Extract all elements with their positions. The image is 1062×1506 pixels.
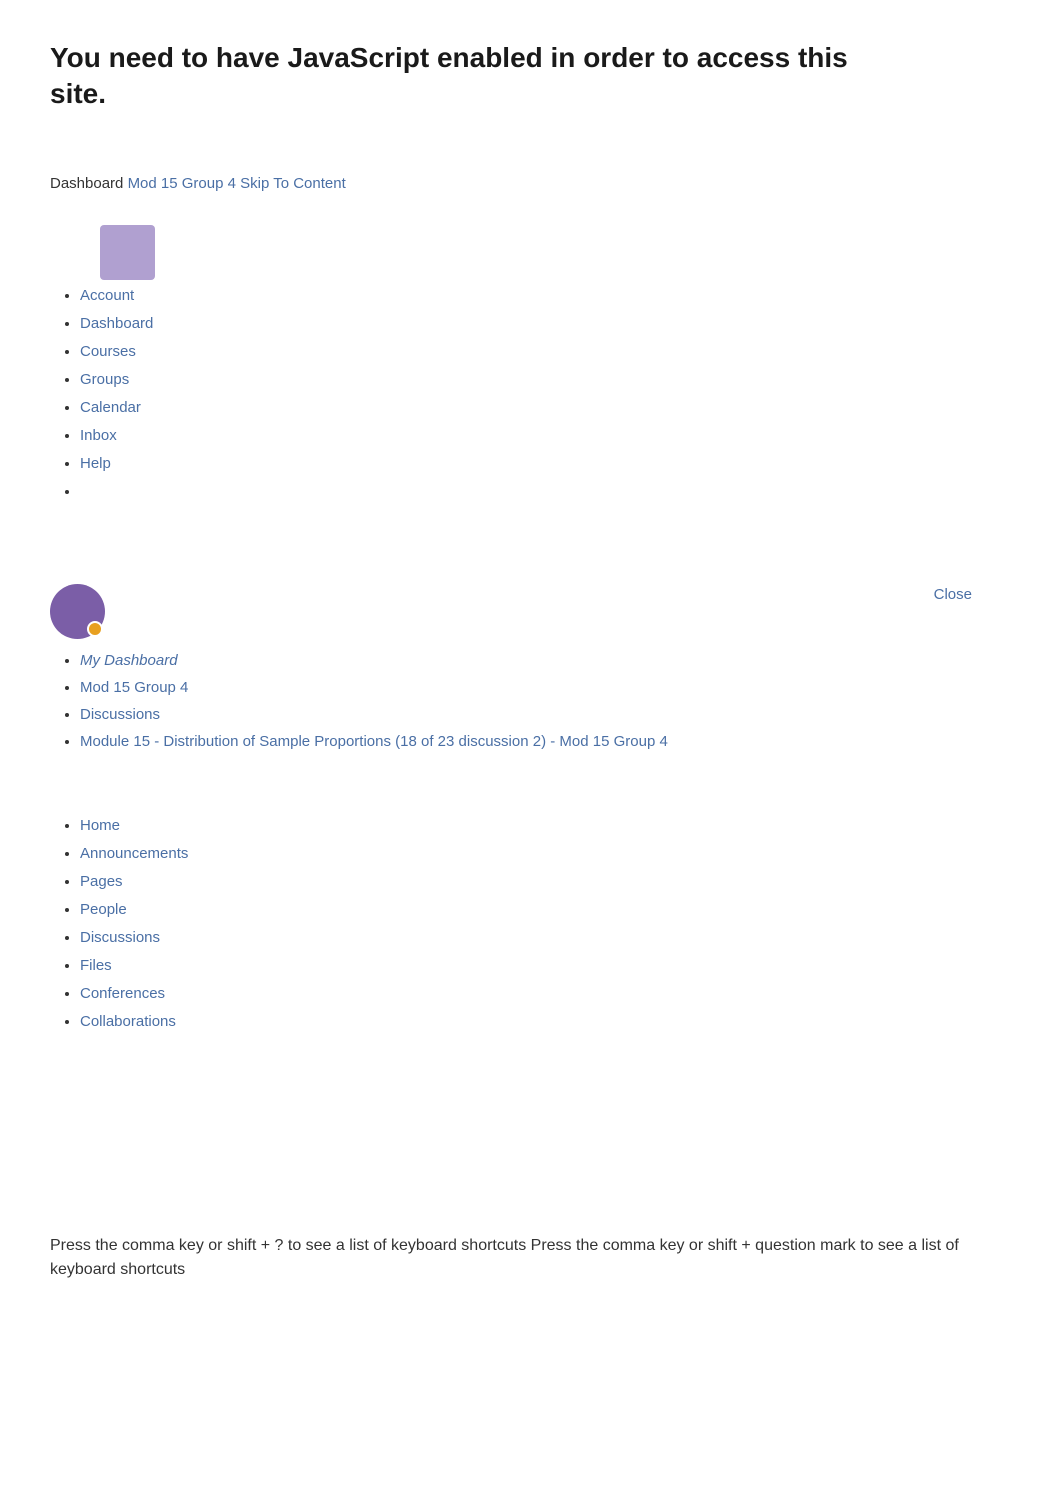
nav-dashboard-item: Dashboard [80, 312, 1012, 336]
my-dashboard-link[interactable]: My Dashboard [80, 652, 178, 669]
breadcrumb-navigation: My Dashboard Mod 15 Group 4 Discussions … [50, 649, 1012, 754]
courses-link[interactable]: Courses [80, 343, 136, 360]
group-navigation: Home Announcements Pages People Discussi… [50, 814, 1012, 1034]
breadcrumb-my-dashboard: My Dashboard [80, 649, 1012, 673]
group-nav-announcements: Announcements [80, 842, 1012, 866]
empty-bullet-bottom [50, 480, 1012, 504]
breadcrumb-discussions: Discussions [80, 703, 1012, 727]
breadcrumb-mod15-group4: Mod 15 Group 4 [80, 676, 1012, 700]
nav-groups-item: Groups [80, 368, 1012, 392]
breadcrumb: Dashboard Mod 15 Group 4 Skip To Content [50, 173, 1012, 196]
breadcrumb-nav-list: My Dashboard Mod 15 Group 4 Discussions … [50, 649, 1012, 754]
inbox-link[interactable]: Inbox [80, 427, 117, 444]
close-button[interactable]: Close [934, 584, 972, 607]
group-nav-files: Files [80, 954, 1012, 978]
footer-text: Press the comma key or shift + ? to see … [50, 1234, 1012, 1282]
breadcrumb-dashboard: Dashboard [50, 175, 123, 192]
group-nav-pages: Pages [80, 870, 1012, 894]
group-discussions-link[interactable]: Discussions [80, 929, 160, 946]
announcements-link[interactable]: Announcements [80, 845, 188, 862]
empty-bullet-item [80, 480, 1012, 504]
mod15-group4-link[interactable]: Mod 15 Group 4 [80, 679, 188, 696]
nav-calendar-item: Calendar [80, 396, 1012, 420]
people-link[interactable]: People [80, 901, 127, 918]
group-nav-conferences: Conferences [80, 982, 1012, 1006]
js-warning-heading: You need to have JavaScript enabled in o… [50, 40, 850, 113]
breadcrumb-group-link[interactable]: Mod 15 Group 4 [128, 175, 236, 192]
user-avatar-area [50, 584, 1012, 639]
nav-account-item: Account [80, 284, 1012, 308]
help-link[interactable]: Help [80, 455, 111, 472]
sidebar-section: Close My Dashboard Mod 15 Group 4 Discus… [50, 584, 1012, 1034]
group-nav-list: Home Announcements Pages People Discussi… [50, 814, 1012, 1034]
nav-inbox-item: Inbox [80, 424, 1012, 448]
groups-link[interactable]: Groups [80, 371, 129, 388]
account-link[interactable]: Account [80, 287, 134, 304]
module15-link[interactable]: Module 15 - Distribution of Sample Propo… [80, 733, 668, 750]
breadcrumb-skip-link[interactable]: Skip To Content [240, 175, 346, 192]
user-avatar[interactable] [50, 584, 105, 639]
main-nav-list: Account Dashboard Courses Groups Calenda… [50, 284, 1012, 476]
home-link[interactable]: Home [80, 817, 120, 834]
group-nav-discussions: Discussions [80, 926, 1012, 950]
pages-link[interactable]: Pages [80, 873, 123, 890]
discussions-link[interactable]: Discussions [80, 706, 160, 723]
avatar-list-item [80, 225, 1012, 280]
conferences-link[interactable]: Conferences [80, 985, 165, 1002]
nav-courses-item: Courses [80, 340, 1012, 364]
group-nav-collaborations: Collaborations [80, 1010, 1012, 1034]
top-navigation: Account Dashboard Courses Groups Calenda… [50, 225, 1012, 504]
files-link[interactable]: Files [80, 957, 112, 974]
breadcrumb-module15: Module 15 - Distribution of Sample Propo… [80, 730, 1012, 754]
calendar-link[interactable]: Calendar [80, 399, 141, 416]
group-nav-home: Home [80, 814, 1012, 838]
group-nav-people: People [80, 898, 1012, 922]
avatar-bullet-list [50, 225, 1012, 280]
dashboard-link[interactable]: Dashboard [80, 315, 153, 332]
account-avatar[interactable] [100, 225, 155, 280]
collaborations-link[interactable]: Collaborations [80, 1013, 176, 1030]
nav-help-item: Help [80, 452, 1012, 476]
